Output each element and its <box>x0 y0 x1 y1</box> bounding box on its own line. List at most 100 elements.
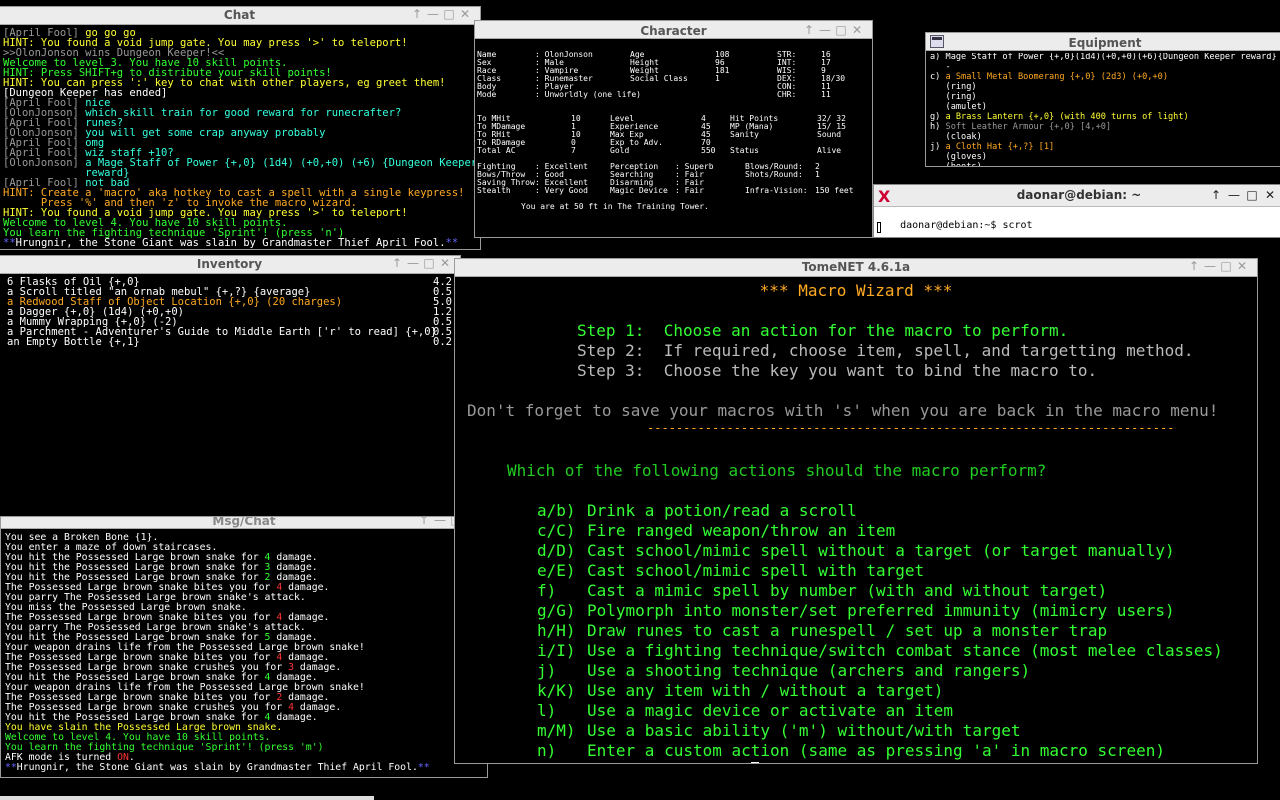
macro-option-key[interactable]: n) <box>537 741 556 761</box>
tomenet-window[interactable]: TomeNET 4.6.1a ↑ — □ ✕ *** Macro Wizard ***… <box>454 258 1258 764</box>
inventory-titlebar[interactable]: Inventory ↑ — □ ✕ <box>0 256 460 274</box>
terminal-window[interactable]: X daonar@debian: ~ ↑ — □ ✕ daonar@debian:~$… <box>873 184 1280 238</box>
macro-option-label[interactable]: Polymorph into monster/set preferred imm… <box>587 601 1175 621</box>
equipment-list: a) Mage Staff of Power {+,0}(1d4)(+0,+0)… <box>930 53 1280 166</box>
step-3: Step 3: Choose the key you want to bind … <box>577 361 1098 380</box>
macro-option-label[interactable]: Cast school/mimic spell with target <box>587 561 924 581</box>
char-vital-value: Alive <box>817 146 842 155</box>
macro-option-key[interactable]: k/K) <box>537 681 576 701</box>
macro-option-label[interactable]: Load a macro file <box>587 761 759 763</box>
close-icon[interactable]: ✕ <box>850 23 866 37</box>
char-blows-label: Shots/Round: <box>745 170 803 179</box>
macro-option-label[interactable]: Use a shooting technique (archers and ra… <box>587 661 1030 681</box>
inventory-list: 6 Flasks of Oil {+,0}4.2 lba Scroll titl… <box>7 277 458 516</box>
equipment-line: h) Soft Leather Armour {+,0} [4,+0] <box>930 122 1112 132</box>
chat-line: **Hrungnir, the Stone Giant was slain by… <box>3 237 459 249</box>
macro-option-key[interactable]: a/b) <box>537 501 576 521</box>
restore-icon[interactable]: — <box>433 517 449 527</box>
step-2: Step 2: If required, choose item, spell,… <box>577 341 1194 360</box>
char-ability-value: : Fair <box>675 186 704 195</box>
maximize-icon[interactable]: □ <box>422 256 438 270</box>
chat-titlebar[interactable]: Chat ↑ — □ ✕ <box>0 7 480 25</box>
equipment-line: (gloves) <box>930 152 987 162</box>
macro-option-label[interactable]: Drink a potion/read a scroll <box>587 501 857 521</box>
macro-option-label[interactable]: Use a magic device or activate an item <box>587 701 953 721</box>
char-vital-value: Sound <box>817 130 842 139</box>
char-blows-value: 150 feet <box>815 186 854 195</box>
message-line: **Hrungnir, the Stone Giant was slain by… <box>5 762 430 773</box>
char-blows-label: Infra-Vision: <box>745 186 808 195</box>
terminal-output[interactable]: daonar@debian:~$ scrot <box>876 209 1032 237</box>
terminal-titlebar[interactable]: X daonar@debian: ~ ↑ — □ ✕ <box>874 185 1280 207</box>
maximize-icon[interactable]: □ <box>834 23 850 37</box>
macro-option-key[interactable]: j) <box>537 661 556 681</box>
chat-window[interactable]: Chat ↑ — □ ✕ [April Fool] go go go HINT: You… <box>0 6 481 250</box>
char-skill-label: Stealth <box>477 186 511 195</box>
close-icon[interactable]: ✕ <box>1235 259 1251 273</box>
minimize-icon[interactable]: ↑ <box>802 23 818 37</box>
maximize-icon[interactable]: □ <box>1244 188 1262 202</box>
character-location: You are at 50 ft in The Training Tower. <box>521 202 709 211</box>
inventory-window[interactable]: Inventory ↑ — □ ✕ 6 Flasks of Oil {+,0} 4.2 … <box>0 255 461 517</box>
macro-option-key[interactable]: g/G) <box>537 601 576 621</box>
minimize-icon[interactable]: ↑ <box>410 7 426 21</box>
minimize-icon[interactable]: ↑ <box>390 256 406 270</box>
restore-icon[interactable]: — <box>1226 188 1244 202</box>
minimize-icon[interactable]: ↑ <box>1187 259 1203 273</box>
inventory-item[interactable]: an Empty Bottle {+,1}0.2 lb <box>7 336 458 348</box>
divider: ----------------------------------------… <box>647 421 1175 435</box>
macro-option-label[interactable]: Draw runes to cast a runespell / set up … <box>587 621 1107 641</box>
macro-option-key[interactable]: l) <box>537 701 556 721</box>
macro-option-key[interactable]: o) <box>537 761 556 763</box>
macro-option-label[interactable]: Enter a custom action (same as pressing … <box>587 741 1165 761</box>
maximize-icon[interactable]: □ <box>442 7 458 21</box>
macro-option-label[interactable]: Use any item with / without a target) <box>587 681 943 701</box>
macro-option-label[interactable]: Cast school/mimic spell without a target… <box>587 541 1175 561</box>
equipment-title: Equipment <box>1068 36 1142 50</box>
macro-option-key[interactable]: f) <box>537 581 556 601</box>
item-name: an Empty Bottle {+,1} <box>7 336 140 348</box>
equipment-window[interactable]: Equipment a) Mage Staff of Power {+,0}(1… <box>925 32 1280 167</box>
equipment-titlebar[interactable]: Equipment <box>926 33 1280 51</box>
minimize-icon[interactable]: ↑ <box>1208 188 1226 202</box>
step-1: Step 1: Choose an action for the macro t… <box>577 321 1069 340</box>
macro-option-key[interactable]: h/H) <box>537 621 576 641</box>
macro-option-key[interactable]: e/E) <box>537 561 576 581</box>
macro-option-key[interactable]: m/M) <box>537 721 576 741</box>
msgchat-titlebar[interactable]: Msg/Chat ↑—□✕ <box>1 517 487 529</box>
text-cursor <box>750 762 759 763</box>
tomenet-title: TomeNET 4.6.1a <box>801 260 911 274</box>
char-stat-value: 11 <box>821 90 831 99</box>
char-combat-value: 7 <box>571 146 576 155</box>
macro-wizard-heading: *** Macro Wizard *** <box>759 281 953 300</box>
terminal-prompt: daonar@debian:~$ <box>900 220 1003 231</box>
char-level-label: Gold <box>610 146 630 155</box>
restore-icon[interactable]: — <box>818 23 834 37</box>
macro-option-label[interactable]: Use a fighting technique/switch combat s… <box>587 641 1223 661</box>
tomenet-titlebar[interactable]: TomeNET 4.6.1a ↑ — □ ✕ <box>455 259 1257 277</box>
close-icon[interactable]: ✕ <box>458 7 474 21</box>
macro-option-key[interactable]: d/D) <box>537 541 576 561</box>
close-icon[interactable]: ✕ <box>1262 188 1280 202</box>
msgchat-window[interactable]: Msg/Chat ↑—□✕ You see a Broken Bone {1}.… <box>0 516 488 778</box>
character-titlebar[interactable]: Character ↑ — □ ✕ <box>475 21 872 39</box>
restore-icon[interactable]: — <box>426 7 442 21</box>
close-icon[interactable]: ✕ <box>438 256 454 270</box>
character-window[interactable]: Character ↑ — □ ✕ Name: OlonJonson Sex: Male… <box>474 20 873 238</box>
char-physical-value: 1 <box>715 74 720 83</box>
char-info-label: Mode <box>477 90 497 99</box>
restore-icon[interactable]: — <box>406 256 422 270</box>
char-combat-label: Total AC <box>477 146 516 155</box>
char-level-value: 550 <box>701 146 716 155</box>
macro-option-key[interactable]: i/I) <box>537 641 576 661</box>
restore-icon[interactable]: — <box>1203 259 1219 273</box>
minimize-icon[interactable]: ↑ <box>417 517 433 527</box>
macro-option-label[interactable]: Use a basic ability ('m') without/with t… <box>587 721 1020 741</box>
macro-option-label[interactable]: Fire ranged weapon/throw an item <box>587 521 895 541</box>
chat-log: [April Fool] go go go HINT: You found a v… <box>3 28 478 249</box>
macro-option-key[interactable]: c/C) <box>537 521 576 541</box>
macro-wizard[interactable]: *** Macro Wizard *** Step 1: Choose an a… <box>457 278 1255 763</box>
macro-option-label[interactable]: Cast a mimic spell by number (with and w… <box>587 581 1107 601</box>
maximize-icon[interactable]: □ <box>1219 259 1235 273</box>
char-ability-label: Magic Device <box>610 186 668 195</box>
